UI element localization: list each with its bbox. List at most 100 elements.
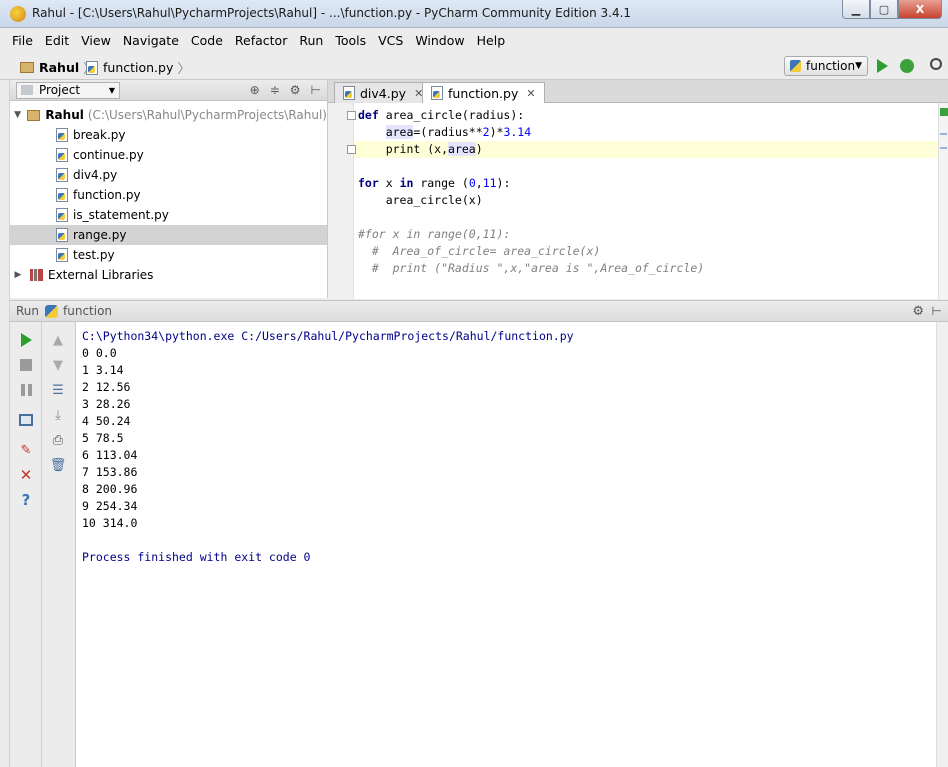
menu-vcs[interactable]: VCS: [378, 33, 403, 48]
menu-window[interactable]: Window: [415, 33, 464, 48]
run-button[interactable]: [877, 59, 888, 73]
soft-wrap-button[interactable]: ☰: [50, 382, 66, 398]
project-view-select[interactable]: Project ▼: [16, 81, 120, 99]
project-view-icon: [21, 85, 33, 95]
menu-tools[interactable]: Tools: [335, 33, 366, 48]
run-panel-config[interactable]: function: [63, 304, 112, 318]
debug-button[interactable]: [900, 59, 914, 73]
tree-item-break[interactable]: break.py: [10, 125, 327, 145]
tree-item-external-libraries[interactable]: ▶ External Libraries: [10, 265, 327, 285]
console-line: 4 50.24: [82, 414, 131, 428]
menu-run[interactable]: Run: [299, 33, 323, 48]
python-file-icon: [86, 60, 98, 75]
project-view-label: Project: [39, 83, 81, 97]
scroll-down-button[interactable]: ▼: [50, 357, 66, 373]
breadcrumb-project[interactable]: Rahul 〉: [20, 58, 96, 77]
console-line: 2 12.56: [82, 380, 131, 394]
help-button[interactable]: ?: [18, 491, 34, 509]
python-file-icon: [56, 248, 68, 262]
run-console[interactable]: C:\Python34\python.exe C:/Users/Rahul/Py…: [76, 322, 936, 767]
scroll-up-button[interactable]: ▲: [50, 332, 66, 348]
code-line: area=(radius**2)*3.14: [385, 125, 532, 139]
gear-icon[interactable]: ⚙: [912, 304, 924, 319]
folder-icon: [20, 62, 34, 73]
close-run-button[interactable]: ✕: [18, 466, 34, 484]
tree-item-test[interactable]: test.py: [10, 245, 327, 265]
close-window-button[interactable]: X: [898, 0, 942, 19]
print-icon: ⎙: [52, 432, 64, 448]
pin-tab-button[interactable]: ✎: [18, 442, 34, 458]
menu-help[interactable]: Help: [477, 33, 506, 48]
console-line: 5 78.5: [82, 431, 124, 445]
menu-edit[interactable]: Edit: [45, 33, 69, 48]
rerun-button[interactable]: [18, 332, 34, 348]
expand-arrow-icon[interactable]: ▼: [12, 110, 23, 120]
editor-error-stripe[interactable]: [938, 103, 948, 299]
tab-function[interactable]: function.py ✕: [422, 82, 545, 103]
tree-root[interactable]: ▼ Rahul (C:\Users\Rahul\PycharmProjects\…: [10, 105, 327, 125]
menu-view[interactable]: View: [81, 33, 111, 48]
menu-code[interactable]: Code: [191, 33, 223, 48]
maximize-button[interactable]: ▢: [870, 0, 898, 19]
minimize-button[interactable]: ▁: [842, 0, 870, 19]
fold-marker-icon[interactable]: [347, 145, 356, 154]
fold-marker-icon[interactable]: [347, 111, 356, 120]
menu-navigate[interactable]: Navigate: [123, 33, 179, 48]
console-output[interactable]: C:\Python34\python.exe C:/Users/Rahul/Py…: [82, 328, 574, 566]
collapse-all-icon[interactable]: ≑: [270, 83, 280, 97]
clear-all-button[interactable]: 🗑: [50, 457, 67, 473]
run-panel-header: Run function ⚙ ⊢: [10, 300, 948, 322]
pause-icon: [20, 384, 32, 396]
code-content[interactable]: def area_circle(radius): area=(radius**2…: [358, 107, 704, 277]
print-button[interactable]: ⎙: [50, 432, 66, 448]
console-exit-message: Process finished with exit code 0: [82, 550, 311, 564]
scroll-from-source-icon[interactable]: ⊕: [250, 83, 260, 97]
navigation-bar: Rahul 〉 function.py 〉 function ▼: [0, 52, 948, 80]
search-everywhere-button[interactable]: [930, 58, 942, 70]
tree-item-range[interactable]: range.py: [10, 225, 327, 245]
tree-item-continue[interactable]: continue.py: [10, 145, 327, 165]
tree-item-is-statement[interactable]: is_statement.py: [10, 205, 327, 225]
code-line: # print ("Radius ",x,"area is ",Area_of_…: [358, 261, 705, 275]
close-tab-icon[interactable]: ✕: [526, 87, 535, 100]
hide-panel-icon[interactable]: ⊢: [311, 83, 321, 97]
stripe-mark[interactable]: [940, 133, 947, 135]
hide-panel-icon[interactable]: ⊢: [932, 304, 942, 318]
python-file-icon: [56, 188, 68, 202]
folder-icon: [27, 109, 41, 121]
console-line: 3 28.26: [82, 397, 131, 411]
menu-file[interactable]: File: [12, 33, 33, 48]
close-icon: ✕: [19, 466, 33, 484]
stripe-mark[interactable]: [940, 147, 947, 149]
tab-div4[interactable]: div4.py ✕: [334, 82, 433, 103]
python-icon: [45, 304, 59, 318]
console-line: 8 200.96: [82, 482, 138, 496]
dump-threads-button[interactable]: [18, 412, 34, 428]
python-file-icon: [343, 86, 355, 100]
tree-root-name: Rahul: [45, 108, 84, 122]
tree-item-label: is_statement.py: [73, 208, 169, 222]
editor-gutter[interactable]: [328, 103, 354, 299]
tree-item-label: range.py: [73, 228, 127, 242]
run-configuration-select[interactable]: function ▼: [784, 56, 868, 76]
breadcrumb-file[interactable]: function.py 〉: [86, 58, 190, 77]
pause-button[interactable]: [18, 382, 34, 398]
tree-item-label: break.py: [73, 128, 126, 142]
menu-refactor[interactable]: Refactor: [235, 33, 287, 48]
collapse-arrow-icon[interactable]: ▶: [12, 270, 24, 280]
python-file-icon: [431, 86, 443, 100]
gear-icon[interactable]: ⚙: [290, 83, 301, 97]
scroll-to-end-button[interactable]: ⤓: [50, 407, 66, 423]
play-icon: [20, 333, 32, 347]
tree-item-div4[interactable]: div4.py: [10, 165, 327, 185]
stop-button[interactable]: [18, 357, 34, 373]
console-scrollbar[interactable]: [936, 322, 948, 767]
tree-item-label: test.py: [73, 248, 115, 262]
tree-item-function[interactable]: function.py: [10, 185, 327, 205]
window-title-bar: Rahul - [C:\Users\Rahul\PycharmProjects\…: [0, 0, 948, 28]
left-tool-strip: [0, 80, 10, 767]
tree-item-label: External Libraries: [48, 268, 154, 282]
code-editor[interactable]: def area_circle(radius): area=(radius**2…: [328, 103, 948, 299]
